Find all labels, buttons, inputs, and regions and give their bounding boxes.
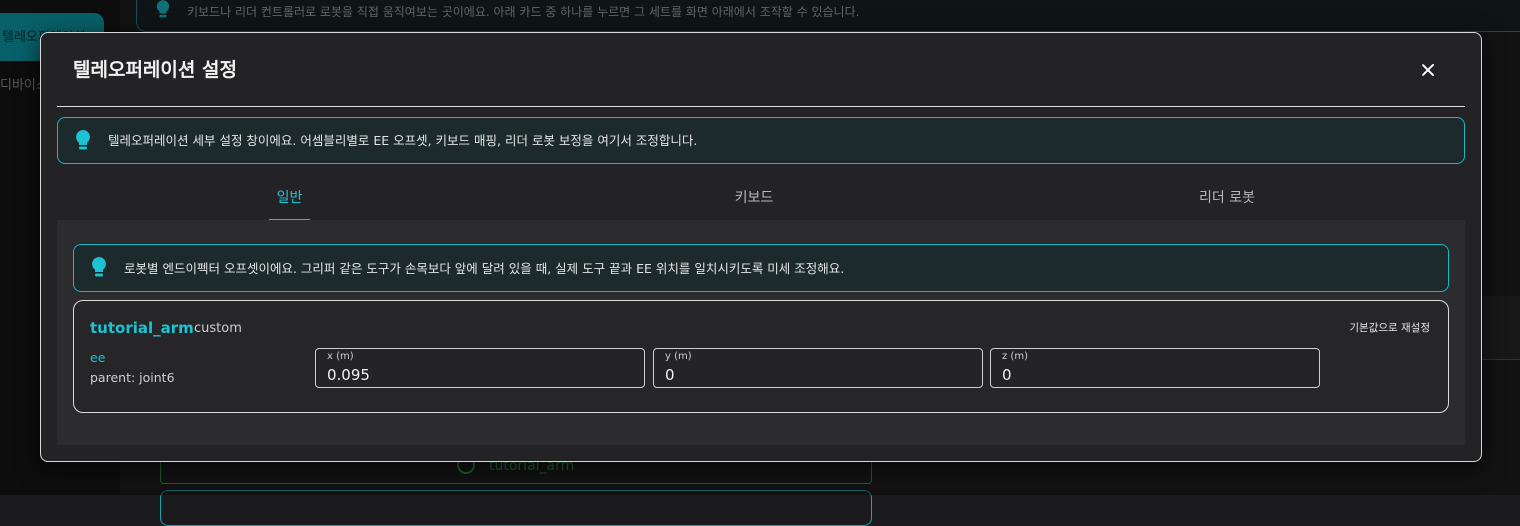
ee-link-name: ee	[90, 350, 105, 365]
dialog-info-banner: 텔레오퍼레이션 세부 설정 창이에요. 어셈블리별로 EE 오프셋, 키보드 매…	[57, 117, 1465, 164]
offset-y-field: y (m)	[653, 348, 983, 388]
dialog-info-text: 텔레오퍼레이션 세부 설정 창이에요. 어셈블리별로 EE 오프셋, 키보드 매…	[108, 130, 697, 149]
offset-z-input[interactable]	[1002, 364, 1302, 386]
dialog-title: 텔레오퍼레이션 설정	[73, 55, 237, 82]
offset-x-field: x (m)	[315, 348, 645, 388]
tab-leader-robot[interactable]: 리더 로봇	[1177, 179, 1277, 221]
teleoperation-settings-dialog: 텔레오퍼레이션 설정 텔레오퍼레이션 세부 설정 창이에요. 어셈블리별로 EE…	[40, 32, 1482, 462]
offset-x-label: x (m)	[327, 351, 354, 362]
offset-y-input[interactable]	[665, 364, 965, 386]
robot-offset-card: tutorial_arm custom 기본값으로 재설정 ee parent:…	[73, 300, 1449, 413]
lightbulb-icon	[74, 129, 92, 151]
ee-offset-info-text: 로봇별 엔드이펙터 오프셋이에요. 그리퍼 같은 도구가 손목보다 앞에 달려 …	[124, 258, 844, 277]
robot-type-tag: custom	[194, 321, 242, 336]
tab-panel-general: 로봇별 엔드이펙터 오프셋이에요. 그리퍼 같은 도구가 손목보다 앞에 달려 …	[57, 220, 1465, 445]
tab-general[interactable]: 일반	[269, 179, 310, 221]
ee-parent-label: parent: joint6	[90, 370, 175, 385]
lightbulb-icon	[90, 256, 108, 278]
divider	[57, 106, 1465, 107]
settings-tabs: 일반 키보드 리더 로봇	[57, 179, 1465, 221]
offset-y-label: y (m)	[665, 351, 692, 362]
offset-z-label: z (m)	[1002, 351, 1028, 362]
reset-defaults-button[interactable]: 기본값으로 재설정	[1349, 320, 1430, 335]
tab-keyboard[interactable]: 키보드	[719, 179, 789, 221]
robot-name: tutorial_arm	[90, 319, 194, 337]
close-icon[interactable]	[1415, 57, 1441, 83]
offset-x-input[interactable]	[327, 364, 627, 386]
ee-offset-info-banner: 로봇별 엔드이펙터 오프셋이에요. 그리퍼 같은 도구가 손목보다 앞에 달려 …	[73, 244, 1449, 292]
offset-z-field: z (m)	[990, 348, 1320, 388]
robot-card-button[interactable]	[160, 490, 872, 526]
